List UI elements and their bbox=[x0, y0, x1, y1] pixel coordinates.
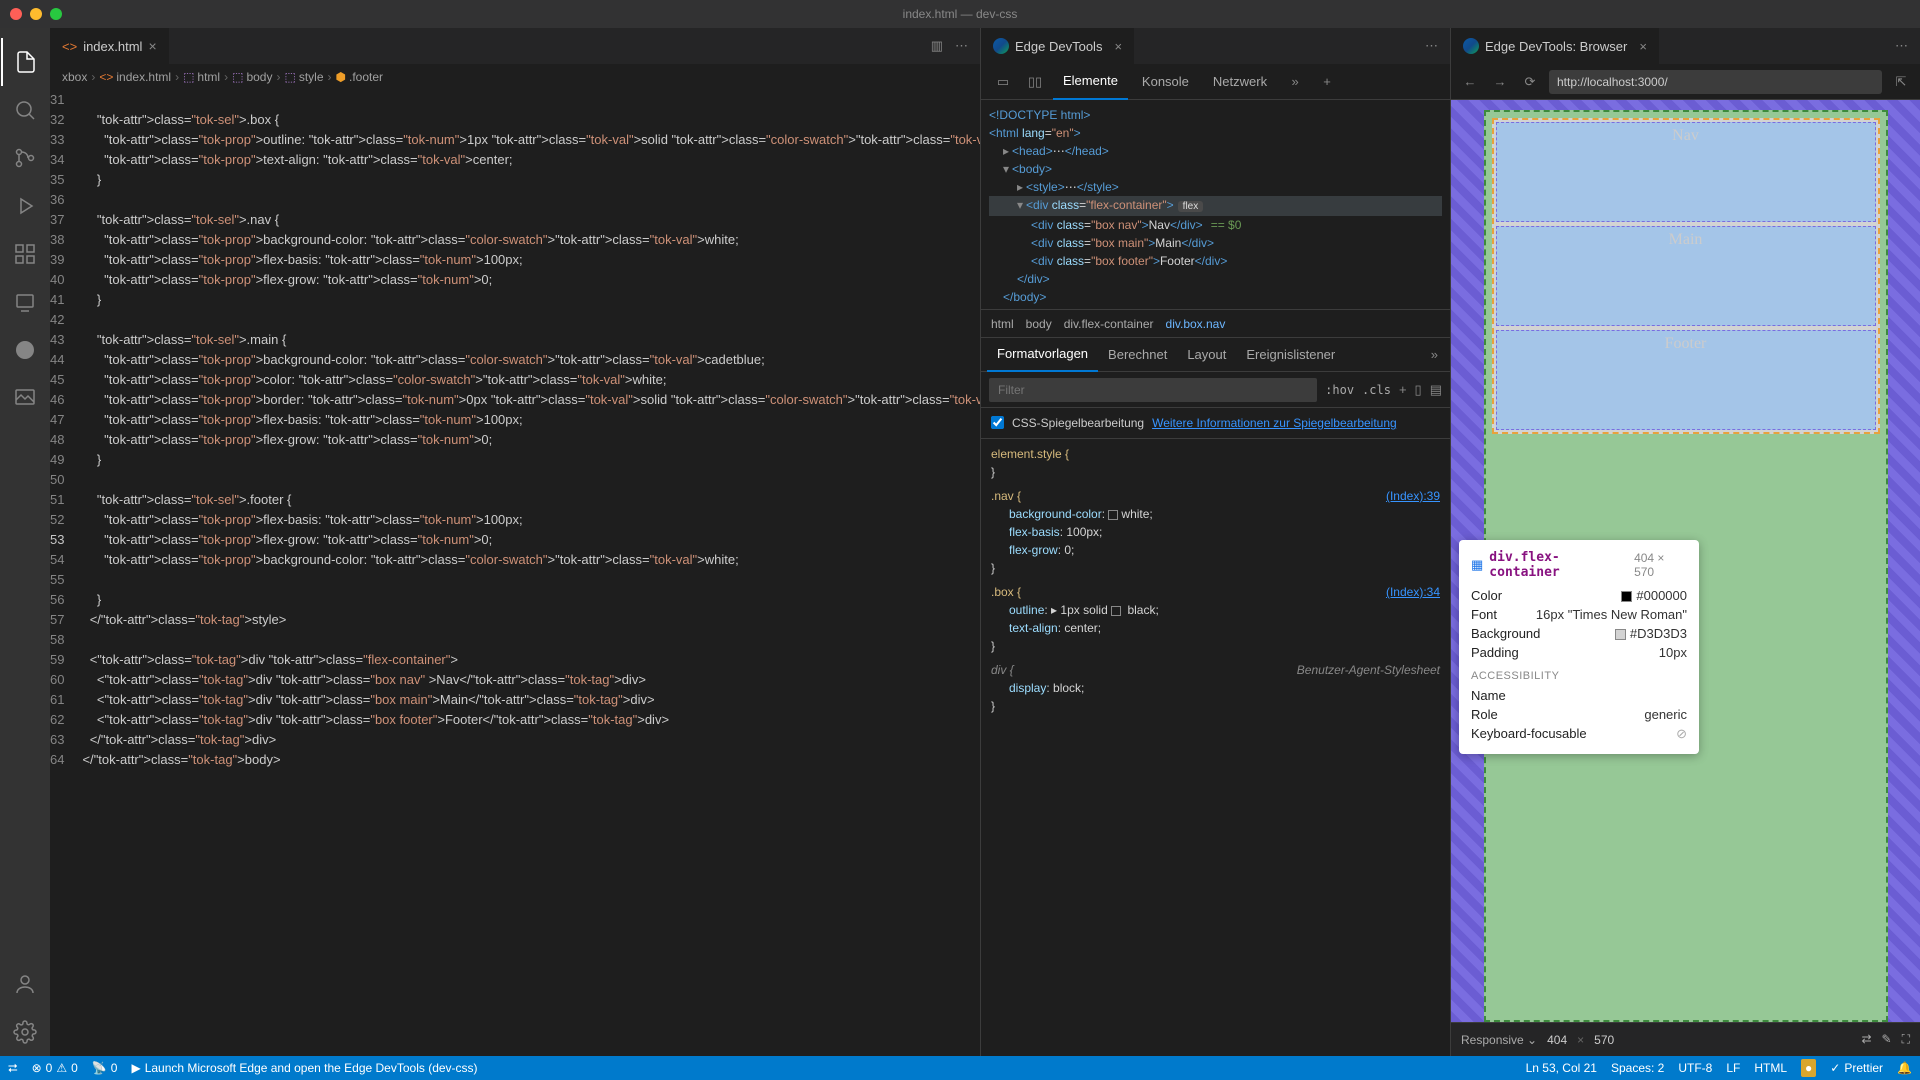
tab-computed[interactable]: Berechnet bbox=[1098, 338, 1177, 372]
device-toggle-icon[interactable]: ▯▯ bbox=[1021, 68, 1049, 96]
port-forward[interactable]: 📡 0 bbox=[92, 1061, 118, 1075]
tab-network[interactable]: Netzwerk bbox=[1203, 64, 1277, 100]
close-icon[interactable]: × bbox=[1114, 39, 1122, 54]
more-actions-icon[interactable]: ⋯ bbox=[1895, 38, 1908, 54]
styles-rules[interactable]: element.style {}.nav {(Index):39backgrou… bbox=[981, 439, 1450, 1056]
remote-icon[interactable] bbox=[1, 278, 49, 326]
launch-edge[interactable]: ▶ Launch Microsoft Edge and open the Edg… bbox=[131, 1061, 477, 1075]
tab-console[interactable]: Konsole bbox=[1132, 64, 1199, 100]
titlebar: index.html — dev-css bbox=[0, 0, 1920, 28]
back-icon[interactable]: ← bbox=[1459, 74, 1481, 89]
inspect-tooltip: ▦ div.flex-container 404 × 570 Color#000… bbox=[1459, 540, 1699, 754]
language-mode[interactable]: HTML bbox=[1754, 1061, 1787, 1075]
open-external-icon[interactable]: ⇱ bbox=[1890, 74, 1912, 90]
url-input[interactable] bbox=[1549, 70, 1882, 94]
tab-elements[interactable]: Elemente bbox=[1053, 64, 1128, 100]
device-bar: Responsive ⌄ 404 × 570 ⇄ ✎ ⛶ bbox=[1451, 1022, 1920, 1056]
page-main: Main bbox=[1496, 226, 1876, 326]
device-width[interactable]: 404 bbox=[1547, 1033, 1567, 1047]
browser-viewport[interactable]: Nav Main Footer ▦ div.flex-container 404… bbox=[1451, 100, 1920, 1022]
notifications-icon[interactable]: 🔔 bbox=[1897, 1061, 1912, 1075]
browser-toolbar: ← → ⟳ ⇱ bbox=[1451, 64, 1920, 100]
gallery-icon[interactable] bbox=[1, 374, 49, 422]
new-tab-icon[interactable]: + bbox=[1313, 68, 1341, 96]
tab-styles[interactable]: Formatvorlagen bbox=[987, 338, 1098, 372]
css-mirror-link[interactable]: Weitere Informationen zur Spiegelbearbei… bbox=[1152, 416, 1397, 430]
more-tabs-icon[interactable]: » bbox=[1281, 68, 1309, 96]
settings-icon[interactable] bbox=[1, 1008, 49, 1056]
minimize-window[interactable] bbox=[30, 8, 42, 20]
inspect-element-icon[interactable]: ▭ bbox=[989, 68, 1017, 96]
cursor-position[interactable]: Ln 53, Col 21 bbox=[1526, 1061, 1597, 1075]
encoding[interactable]: UTF-8 bbox=[1678, 1061, 1712, 1075]
fullscreen-icon[interactable]: ⛶ bbox=[1902, 1032, 1910, 1047]
run-debug-icon[interactable] bbox=[1, 182, 49, 230]
activity-bar bbox=[0, 28, 50, 1056]
new-style-rule-icon[interactable]: + bbox=[1399, 382, 1407, 397]
browser-panel: Edge DevTools: Browser × ⋯ ← → ⟳ ⇱ Nav M… bbox=[1450, 28, 1920, 1056]
page-footer: Footer bbox=[1496, 330, 1876, 430]
breadcrumb[interactable]: xbox› <>index.html› ⬚html› ⬚body› ⬚style… bbox=[50, 64, 980, 90]
indentation[interactable]: Spaces: 2 bbox=[1611, 1061, 1664, 1075]
rotate-icon[interactable]: ⇄ bbox=[1861, 1032, 1871, 1047]
more-tabs-icon[interactable]: » bbox=[1425, 347, 1444, 362]
explorer-icon[interactable] bbox=[1, 38, 49, 86]
edge-status-icon[interactable]: ● bbox=[1801, 1059, 1816, 1077]
remote-indicator[interactable]: ⮂ bbox=[8, 1061, 18, 1076]
devtools-tab[interactable]: Edge DevTools × bbox=[981, 28, 1134, 64]
forward-icon[interactable]: → bbox=[1489, 74, 1511, 89]
devtools-toolbar: ▭ ▯▯ Elemente Konsole Netzwerk » + bbox=[981, 64, 1450, 100]
close-window[interactable] bbox=[10, 8, 22, 20]
device-height[interactable]: 570 bbox=[1594, 1033, 1614, 1047]
screenshot-icon[interactable]: ✎ bbox=[1882, 1032, 1892, 1047]
search-icon[interactable] bbox=[1, 86, 49, 134]
editor-tab-index[interactable]: <> index.html × bbox=[50, 28, 170, 64]
edge-icon bbox=[1463, 38, 1479, 54]
dom-tree[interactable]: <!DOCTYPE html><html lang="en">▸<head>⋯<… bbox=[981, 100, 1450, 310]
html-file-icon: <> bbox=[62, 39, 77, 54]
page-nav: Nav bbox=[1496, 122, 1876, 222]
code-editor[interactable]: 3132333435363738394041424344454647484950… bbox=[50, 90, 980, 1056]
tab-layout[interactable]: Layout bbox=[1177, 338, 1236, 372]
cls-toggle[interactable]: .cls bbox=[1362, 383, 1391, 397]
window-title: index.html — dev-css bbox=[903, 7, 1018, 21]
css-mirror-checkbox[interactable] bbox=[991, 416, 1004, 429]
status-bar: ⮂ ⊗ 0 ⚠ 0 📡 0 ▶ Launch Microsoft Edge an… bbox=[0, 1056, 1920, 1080]
window-controls bbox=[10, 8, 62, 20]
copy-styles-icon[interactable]: ▯ bbox=[1415, 382, 1422, 398]
edge-icon bbox=[993, 38, 1009, 54]
source-control-icon[interactable] bbox=[1, 134, 49, 182]
styles-tabs: Formatvorlagen Berechnet Layout Ereignis… bbox=[981, 338, 1450, 372]
devtools-panel: Edge DevTools × ⋯ ▭ ▯▯ Elemente Konsole … bbox=[980, 28, 1450, 1056]
filter-row: :hov .cls + ▯ ▤ bbox=[981, 372, 1450, 408]
more-actions-icon[interactable]: ⋯ bbox=[955, 38, 968, 54]
close-icon[interactable]: × bbox=[1639, 39, 1647, 54]
toggle-sidebar-icon[interactable]: ▤ bbox=[1430, 382, 1442, 398]
dom-breadcrumb[interactable]: html body div.flex-container div.box.nav bbox=[981, 310, 1450, 338]
device-mode[interactable]: Responsive ⌄ bbox=[1461, 1033, 1537, 1047]
more-actions-icon[interactable]: ⋯ bbox=[1425, 38, 1438, 54]
tab-event-listeners[interactable]: Ereignislistener bbox=[1236, 338, 1345, 372]
reload-icon[interactable]: ⟳ bbox=[1519, 74, 1541, 90]
maximize-window[interactable] bbox=[50, 8, 62, 20]
extensions-icon[interactable] bbox=[1, 230, 49, 278]
hov-toggle[interactable]: :hov bbox=[1325, 383, 1354, 397]
close-icon[interactable]: × bbox=[148, 38, 156, 54]
errors-warnings[interactable]: ⊗ 0 ⚠ 0 bbox=[32, 1061, 78, 1075]
eol[interactable]: LF bbox=[1726, 1061, 1740, 1075]
prettier-status[interactable]: ✓ Prettier bbox=[1830, 1061, 1883, 1075]
editor-group: <> index.html × ▥ ⋯ xbox› <>index.html› … bbox=[50, 28, 980, 1056]
editor-tabs: <> index.html × ▥ ⋯ bbox=[50, 28, 980, 64]
editor-tab-label: index.html bbox=[83, 39, 142, 54]
edge-tools-icon[interactable] bbox=[1, 326, 49, 374]
browser-tab[interactable]: Edge DevTools: Browser × bbox=[1451, 28, 1659, 64]
split-editor-icon[interactable]: ▥ bbox=[931, 38, 943, 54]
account-icon[interactable] bbox=[1, 960, 49, 1008]
filter-input[interactable] bbox=[989, 378, 1317, 402]
page-flex-container: Nav Main Footer bbox=[1492, 118, 1880, 434]
css-mirror-label: CSS-Spiegelbearbeitung bbox=[1012, 416, 1144, 430]
css-mirror-row: CSS-Spiegelbearbeitung Weitere Informati… bbox=[981, 408, 1450, 439]
